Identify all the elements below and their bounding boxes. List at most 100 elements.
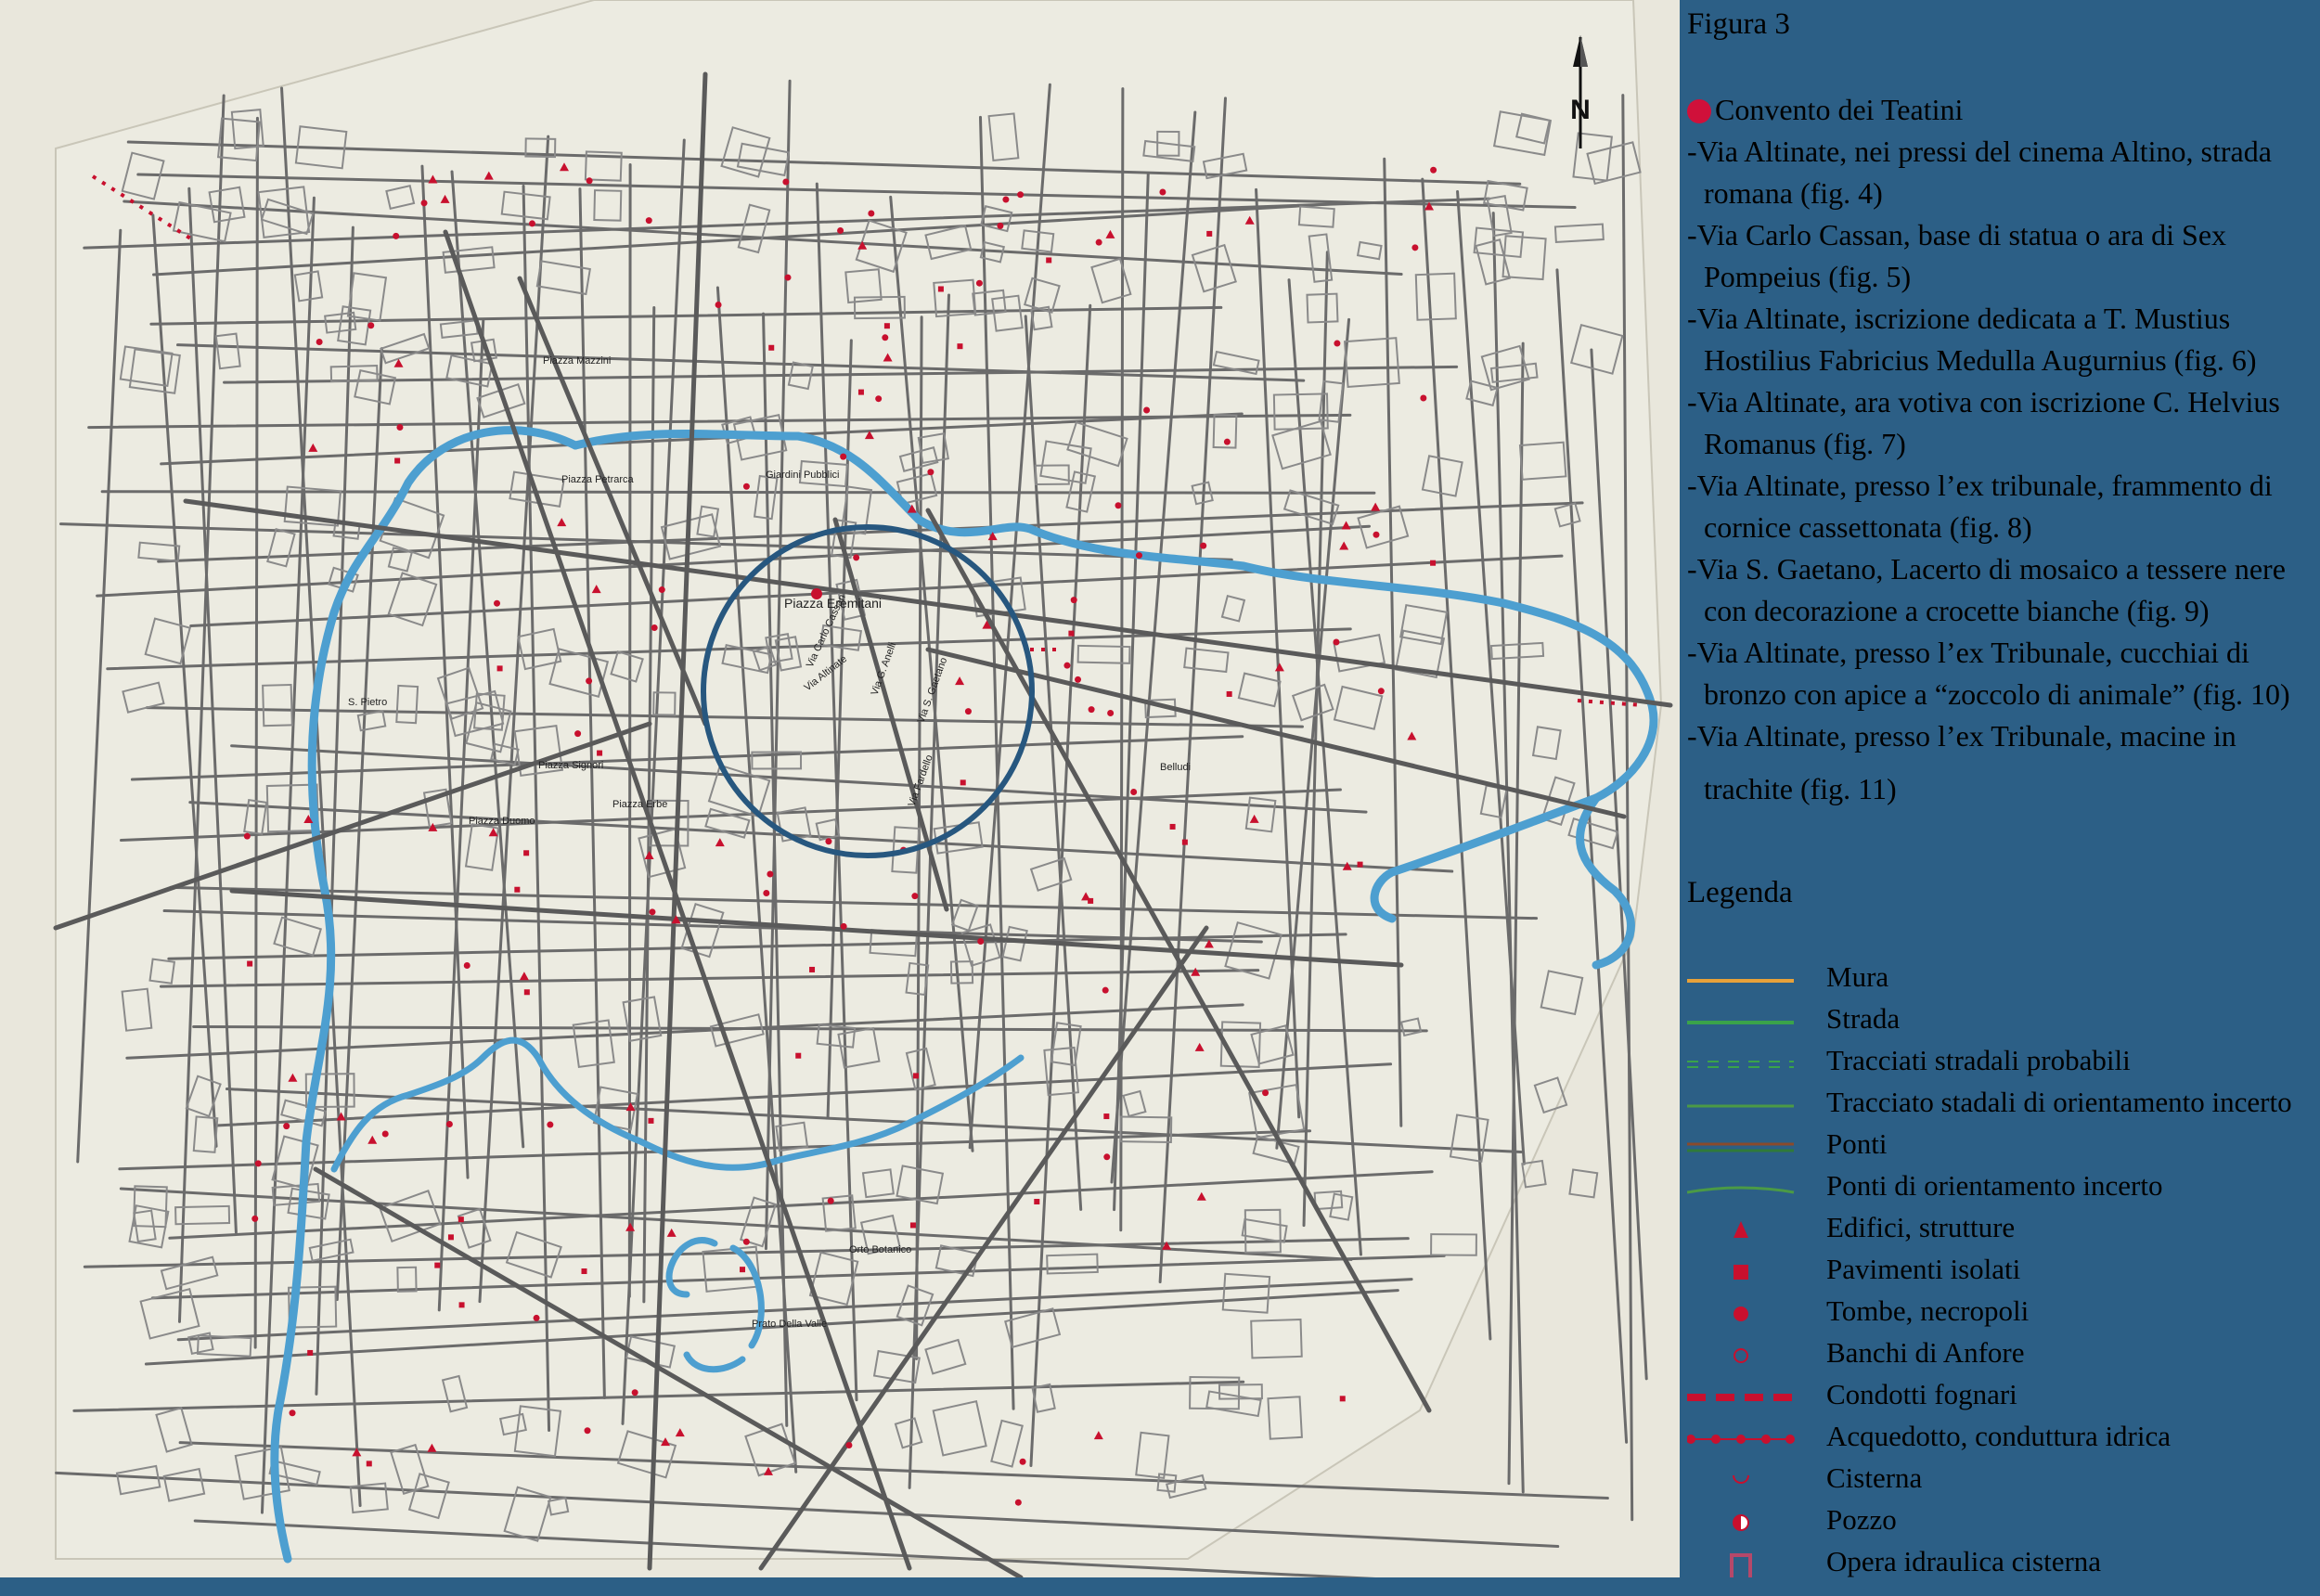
tomb-marker (1107, 710, 1115, 717)
floor-marker (1169, 823, 1176, 830)
list-item: -Via Carlo Cassan, base di statua o ara … (1687, 218, 2227, 251)
tomb-marker (251, 1215, 259, 1222)
tomb-marker (574, 730, 582, 738)
north-label: N (1570, 95, 1591, 125)
dashed-sewer-icon (1687, 1394, 1794, 1401)
legend-row-uncertain-roads: Tracciato stadali di orientamento incert… (1687, 1081, 2318, 1123)
legend-row-uncertain-bridges: Ponti di orientamento incerto (1687, 1165, 2318, 1206)
list-item: -Via Altinate, ara votiva con iscrizione… (1687, 385, 2280, 418)
dotted-aqueduct-icon (1687, 1435, 1795, 1444)
tomb-marker (1070, 597, 1077, 604)
tomb-marker (1103, 1153, 1111, 1161)
label-piazza-mazzini: Piazza Mazzini (543, 355, 611, 367)
map-panel: N Piazza Mazzini Piazza Eremitani Via Al… (0, 0, 1680, 1577)
floor-marker (523, 850, 530, 856)
street-segment (100, 490, 1376, 495)
legend-row-floors: Pavimenti isolati (1687, 1248, 2318, 1290)
label-piazza-erbe: Piazza Erbe (612, 799, 667, 810)
legend-row-aqueduct: Acquedotto, conduttura idrica (1687, 1415, 2318, 1457)
list-item: -Via S. Gaetano, Lacerto di mosaico a te… (1687, 552, 2286, 586)
tomb-marker (420, 200, 428, 207)
floor-marker (1034, 1199, 1040, 1205)
label-piazza-petrarca: Piazza Petrarca (561, 474, 635, 485)
list-item-cont: con decorazione a crocette bianche (fig.… (1704, 594, 2210, 627)
floor-marker (795, 1052, 802, 1059)
tomb-marker (586, 177, 593, 185)
city-map: N Piazza Mazzini Piazza Eremitani Via Al… (0, 0, 1680, 1577)
triangle-icon (1734, 1221, 1748, 1238)
list-item: -Via Altinate, presso l’ex Tribunale, ma… (1687, 719, 2236, 753)
list-item-cont: bronzo con apice a “zoccolo di animale” … (1704, 677, 2290, 711)
floor-marker (937, 286, 944, 292)
floor-marker (496, 665, 503, 672)
floor-marker (648, 1117, 654, 1124)
tomb-marker (1333, 638, 1340, 646)
tomb-marker (1002, 196, 1010, 203)
floor-marker (523, 989, 530, 996)
tomb-marker (784, 274, 792, 281)
tomb-marker (381, 1130, 389, 1138)
tomb-marker (1143, 406, 1151, 414)
tomb-marker (547, 1121, 554, 1128)
half-dot-icon (1733, 1514, 1749, 1531)
floor-marker (307, 1349, 314, 1356)
floor-marker (857, 389, 864, 395)
wall-line-icon (1687, 979, 1794, 983)
tomb-marker (840, 922, 847, 930)
list-item-cont: cornice cassettonata (fig. 8) (1704, 510, 2032, 544)
tomb-marker (1334, 340, 1341, 347)
arc-icon (1733, 1474, 1749, 1484)
tomb-marker (1088, 706, 1095, 714)
floor-marker (1339, 1396, 1346, 1402)
tomb-marker (882, 334, 889, 341)
tomb-marker (1014, 1499, 1022, 1506)
list-item-cont: Hostilius Fabricius Medulla Augurnius (f… (1704, 343, 2257, 377)
list-item: Convento dei Teatini (1687, 89, 2309, 131)
label-piazza-duomo: Piazza Duomo (469, 816, 535, 827)
tomb-marker (651, 624, 658, 631)
list-item-cont: trachite (fig. 11) (1704, 772, 1897, 805)
tomb-marker (316, 338, 323, 345)
floor-marker (394, 457, 401, 464)
list-item-cont: romana (fig. 4) (1704, 176, 1883, 210)
floor-marker (1046, 257, 1052, 264)
tomb-marker (840, 453, 847, 460)
convent-marker-icon (1687, 99, 1711, 123)
legend-row-sewers: Condotti fognari (1687, 1373, 2318, 1415)
dashed-road-icon (1687, 1061, 1794, 1068)
list-item: -Via Altinate, iscrizione dedicata a T. … (1687, 302, 2231, 335)
floor-marker (909, 1222, 916, 1229)
legend-row-buildings: Edifici, strutture (1687, 1206, 2318, 1248)
tomb-marker (827, 1197, 834, 1204)
floor-marker (247, 960, 253, 967)
tomb-marker (396, 423, 404, 431)
floor-marker (458, 1216, 464, 1223)
findings-list: Convento dei Teatini -Via Altinate, nei … (1687, 89, 2309, 810)
tomb-marker (977, 938, 985, 946)
tomb-marker (763, 889, 770, 896)
tomb-marker (494, 599, 501, 607)
tomb-marker (1115, 502, 1122, 509)
tomb-marker (289, 1409, 296, 1417)
tomb-marker (631, 1389, 638, 1396)
bridge-icon (1687, 1142, 1794, 1152)
tomb-marker (742, 1238, 750, 1245)
tomb-marker (837, 226, 844, 234)
floor-marker (1088, 897, 1094, 904)
tomb-marker (658, 586, 665, 594)
tomb-marker (715, 302, 722, 309)
tomb-marker (875, 395, 883, 403)
list-item: -Via Altinate, presso l’ex tribunale, fr… (1687, 469, 2273, 502)
tomb-marker (1411, 244, 1419, 251)
label-giardini-pubblici: Giardini Pubblici (766, 470, 839, 481)
tomb-marker (528, 220, 535, 227)
legend-row-probable-roads: Tracciati stradali probabili (1687, 1039, 2318, 1081)
legend-row-amphorae: Banchi di Anfore (1687, 1332, 2318, 1373)
floor-marker (1206, 230, 1213, 237)
tomb-marker (927, 469, 934, 476)
floor-marker (514, 886, 521, 893)
tomb-marker (1075, 676, 1082, 683)
tomb-marker (1135, 552, 1142, 560)
tomb-marker (1420, 394, 1427, 402)
tomb-marker (533, 1314, 540, 1321)
